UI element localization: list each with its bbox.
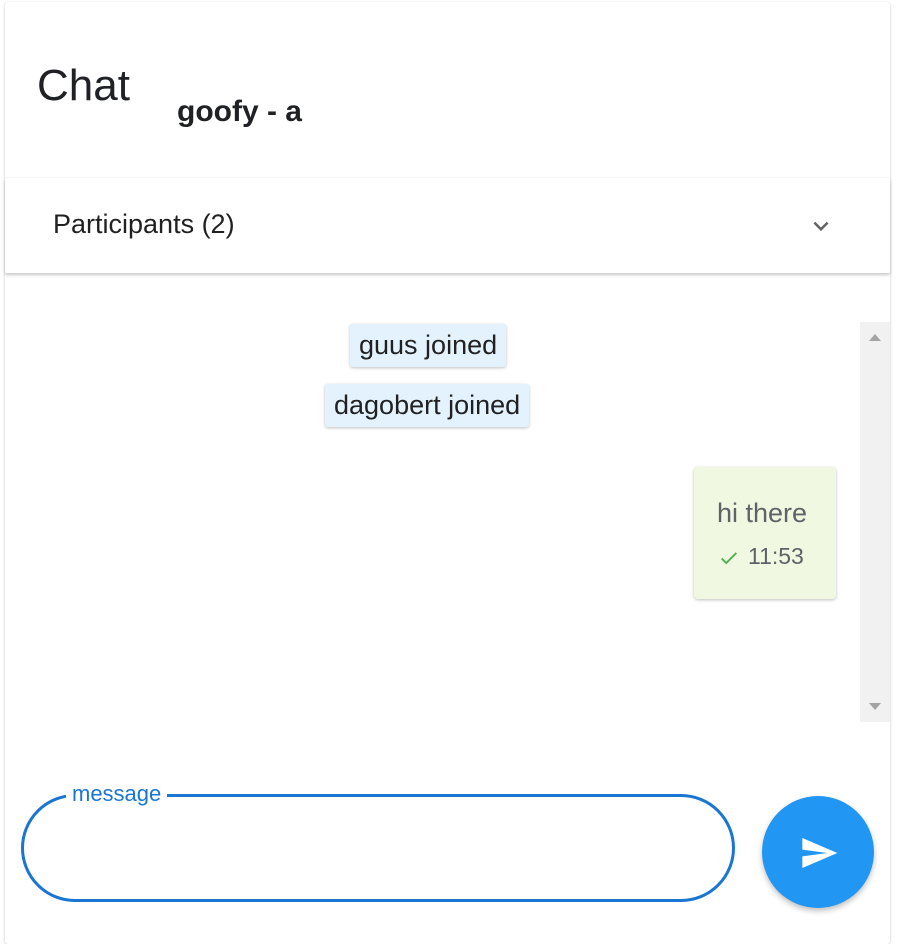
message-list[interactable]: guus joined dagobert joined hi there 11:…	[5, 322, 860, 722]
send-button[interactable]	[762, 796, 874, 908]
scroll-up-arrow-icon[interactable]	[869, 334, 881, 341]
message-time: 11:53	[748, 543, 804, 569]
message-field[interactable]: message	[21, 781, 735, 902]
chevron-down-icon[interactable]	[806, 211, 836, 241]
system-message: guus joined	[350, 324, 507, 367]
chat-card: Chat goofy - a Participants (2) guus joi…	[5, 2, 890, 944]
chat-header: Chat goofy - a	[5, 2, 890, 178]
scroll-down-arrow-icon[interactable]	[869, 703, 881, 710]
message-field-label: message	[66, 781, 168, 808]
message-input[interactable]	[54, 825, 698, 871]
page-title: Chat	[37, 61, 130, 110]
own-message-bubble: hi there 11:53	[694, 467, 836, 599]
message-scrollbar[interactable]	[860, 322, 890, 722]
send-icon	[802, 838, 838, 868]
participants-label: Participants (2)	[53, 209, 235, 239]
check-icon	[721, 552, 737, 565]
system-message: dagobert joined	[325, 384, 530, 427]
chat-subtitle: goofy - a	[177, 95, 302, 128]
participants-expander[interactable]: Participants (2)	[5, 178, 890, 273]
message-text: hi there	[717, 498, 808, 528]
